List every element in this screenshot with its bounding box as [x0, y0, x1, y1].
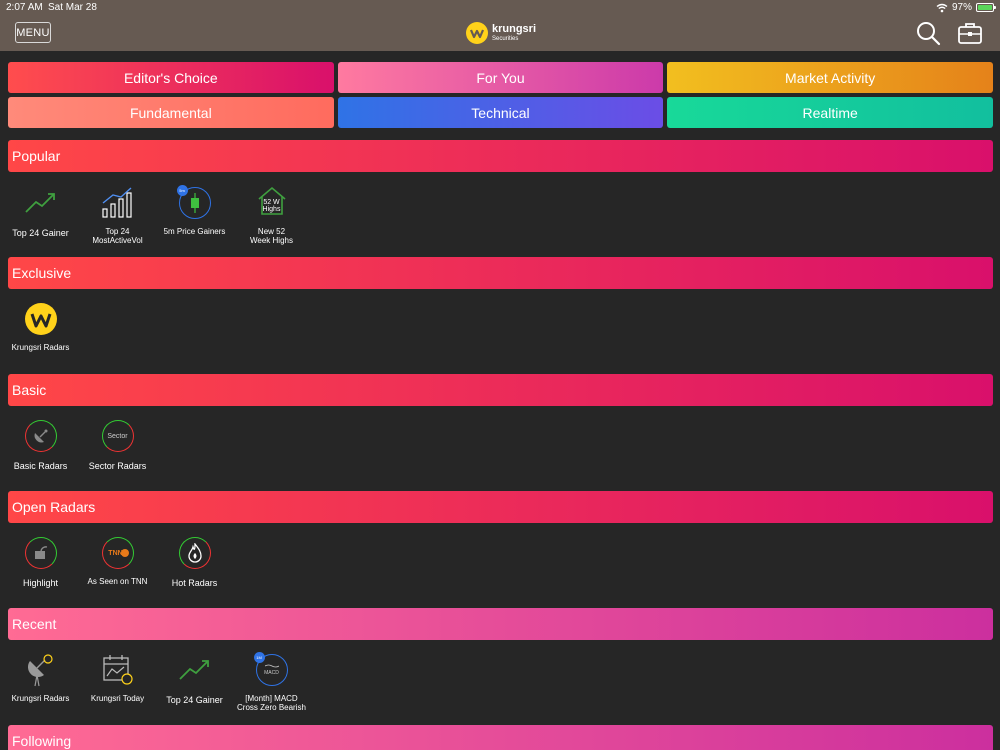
icon-caption: 52 W Highs: [262, 199, 281, 213]
section-popular-header[interactable]: Popular: [8, 140, 993, 172]
radar-5m-price-gainers[interactable]: 5m 5m Price Gainers: [158, 185, 231, 245]
radar-basic-radars[interactable]: Basic Radars: [4, 419, 77, 471]
section-open-radars-header[interactable]: Open Radars: [8, 491, 993, 523]
radar-label: New 52 Week Highs: [250, 227, 293, 245]
radar-label: Sector Radars: [88, 461, 147, 471]
category-tiles: Editor's Choice For You Market Activity …: [8, 62, 993, 128]
brand-logo: krungsri Securities: [466, 22, 536, 44]
radar-krungsri-today[interactable]: Krungsri Today: [81, 653, 154, 712]
radar-as-seen-on-tnn[interactable]: TNN As Seen on TNN: [81, 536, 154, 588]
section-following-header[interactable]: Following: [8, 725, 993, 750]
brand-subtitle: Securities: [492, 36, 519, 42]
wifi-icon: [936, 3, 948, 12]
battery-icon: [976, 3, 996, 12]
radar-sector-radars[interactable]: Sector Sector Radars: [81, 419, 154, 471]
radar-top-24-gainer[interactable]: Top 24 Gainer: [4, 186, 77, 245]
radar-krungsri-radars[interactable]: Krungsri Radars: [4, 302, 77, 352]
section-exclusive-header[interactable]: Exclusive: [8, 257, 993, 289]
volume-bars-icon: [101, 186, 135, 220]
icon-caption: MACD: [264, 670, 279, 676]
tile-realtime[interactable]: Realtime: [667, 97, 993, 128]
icon-caption: Sector: [107, 432, 128, 440]
radar-hot-radars[interactable]: Hot Radars: [158, 536, 231, 588]
battery-percent: 97%: [951, 2, 972, 13]
radar-label: Hot Radars: [171, 578, 218, 588]
search-icon[interactable]: [915, 20, 941, 46]
trend-up-icon: [24, 186, 58, 220]
radar-label: Top 24 Gainer: [166, 695, 223, 705]
timeframe-badge: 5m: [176, 185, 188, 196]
satellite-tower-icon: [24, 653, 58, 687]
macd-icon: MACD 1M: [253, 652, 289, 687]
section-basic-header[interactable]: Basic: [8, 374, 993, 406]
radar-krungsri-radars-recent[interactable]: Krungsri Radars: [4, 653, 77, 712]
radar-label: Top 24 Gainer: [12, 228, 69, 238]
radar-label: Krungsri Today: [90, 694, 145, 703]
krungsri-logo-icon: [24, 302, 58, 336]
tile-for-you[interactable]: For You: [337, 62, 664, 93]
tile-fundamental[interactable]: Fundamental: [8, 97, 334, 128]
status-date: Sat Mar 28: [48, 2, 97, 13]
radar-top-24-most-active-vol[interactable]: Top 24 MostActiveVol: [81, 186, 154, 245]
flame-icon: [178, 536, 212, 570]
section-popular-items: Top 24 Gainer Top 24 MostActiveVol 5m 5m…: [0, 185, 308, 245]
battery-level: [978, 5, 992, 10]
section-exclusive-items: Krungsri Radars: [0, 302, 77, 352]
sector-icon: Sector: [101, 419, 135, 453]
radar-highlight[interactable]: Highlight: [4, 536, 77, 588]
house-high-icon: 52 W Highs: [255, 186, 289, 220]
krungsri-logo-icon: [466, 22, 488, 44]
calendar-chart-icon: [101, 653, 135, 687]
trend-up-icon: [178, 653, 212, 687]
radar-label: Krungsri Radars: [11, 343, 70, 352]
radar-label: [Month] MACD Cross Zero Bearish: [237, 694, 306, 712]
radar-top-24-gainer-recent[interactable]: Top 24 Gainer: [158, 653, 231, 712]
radar-label: Basic Radars: [13, 461, 68, 471]
radar-label: Highlight: [22, 578, 59, 588]
section-recent-header[interactable]: Recent: [8, 608, 993, 640]
tile-technical[interactable]: Technical: [337, 97, 664, 128]
radar-label: 5m Price Gainers: [163, 227, 226, 236]
candlestick-icon: 5m: [176, 185, 212, 220]
status-time: 2:07 AM: [6, 2, 43, 13]
menu-button[interactable]: MENU: [15, 22, 51, 43]
radar-month-macd-cross-zero-bearish[interactable]: MACD 1M [Month] MACD Cross Zero Bearish: [235, 652, 308, 712]
timeframe-badge: 1M: [253, 652, 265, 663]
tnn-logo-icon: TNN: [101, 536, 135, 570]
radar-label: Top 24 MostActiveVol: [92, 227, 143, 245]
section-open-radars-items: Highlight TNN As Seen on TNN Hot Radars: [0, 536, 231, 588]
radar-new-52-week-highs[interactable]: 52 W Highs New 52 Week Highs: [235, 186, 308, 245]
radar-label: Krungsri Radars: [11, 694, 70, 703]
section-basic-items: Basic Radars Sector Sector Radars: [0, 419, 154, 471]
tile-market-activity[interactable]: Market Activity: [667, 62, 993, 93]
satellite-dish-icon: [24, 419, 58, 453]
radar-label: As Seen on TNN: [87, 577, 148, 586]
status-indicators: 97%: [936, 2, 996, 13]
highlight-icon: [24, 536, 58, 570]
brand-name: krungsri: [492, 23, 537, 35]
tile-editors-choice[interactable]: Editor's Choice: [8, 62, 334, 93]
briefcase-icon[interactable]: [957, 20, 983, 46]
section-recent-items: Krungsri Radars Krungsri Today Top 24 Ga…: [0, 652, 308, 712]
top-bar: 2:07 AM Sat Mar 28 97% MENU krungsri Sec…: [0, 0, 1000, 51]
brand-text: krungsri Securities: [492, 23, 537, 43]
